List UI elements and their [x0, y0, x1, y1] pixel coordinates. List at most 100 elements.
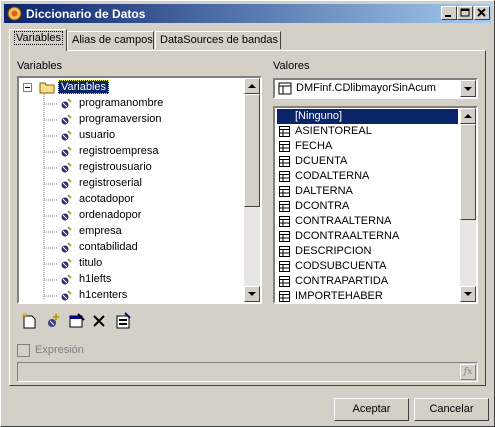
tab-datasources-bandas[interactable]: DataSources de bandas: [155, 31, 281, 49]
tree-item-label: empresa: [79, 225, 122, 237]
tree-connector: [44, 247, 58, 249]
variable-icon: [61, 274, 72, 285]
scroll-up-button[interactable]: [460, 108, 476, 124]
folder-icon: [39, 82, 55, 94]
tree-root-label[interactable]: Variables: [58, 80, 110, 94]
add-variable-icon: [48, 314, 59, 327]
field-icon: [279, 201, 290, 212]
field-icon: [279, 156, 290, 167]
variable-icon: [61, 194, 72, 205]
scroll-down-button[interactable]: [460, 286, 476, 302]
field-item[interactable]: CODALTERNA: [277, 169, 458, 184]
tree-connector: [44, 151, 58, 153]
tab-label: DataSources de bandas: [160, 34, 279, 46]
field-item-label: ASIENTOREAL: [295, 125, 372, 137]
edit-button[interactable]: [114, 312, 132, 330]
tree-item-label: registroserial: [79, 177, 142, 189]
tree-connector: [44, 119, 58, 121]
arrow-down-icon: [248, 292, 256, 296]
variable-icon: [61, 210, 72, 221]
tab-variables[interactable]: Variables: [9, 29, 67, 51]
maximize-icon: [460, 8, 470, 17]
tree-lines: [43, 94, 45, 300]
combo-dropdown-button[interactable]: [460, 80, 476, 97]
tree-connector: [44, 103, 58, 105]
field-item[interactable]: CONTRAALTERNA: [277, 214, 458, 229]
tree-connector: [44, 295, 58, 297]
tree-item-label: acotadopor: [79, 193, 135, 205]
field-icon: [279, 276, 290, 287]
variable-icon: [61, 98, 72, 109]
variable-icon: [61, 130, 72, 141]
field-item[interactable]: ASIENTOREAL: [277, 124, 458, 139]
app-icon: [7, 6, 22, 21]
tree-item-label: titulo: [79, 257, 103, 269]
tree-scrollbar[interactable]: [244, 78, 260, 302]
close-button[interactable]: [474, 6, 490, 20]
expression-field[interactable]: fx: [17, 362, 478, 382]
field-item[interactable]: CONTRAPARTIDA: [277, 274, 458, 289]
scroll-thumb[interactable]: [244, 94, 260, 207]
variable-icon: [61, 242, 72, 253]
field-item-label: CODALTERNA: [295, 170, 370, 182]
tab-alias-campos[interactable]: Alias de campos: [67, 31, 154, 49]
field-item[interactable]: DALTERNA: [277, 184, 458, 199]
window-title: Diccionario de Datos: [26, 7, 146, 21]
dialog-window: Diccionario de Datos Variables Alias de …: [0, 0, 495, 427]
expression-label: Expresión: [35, 344, 84, 356]
accept-button[interactable]: Aceptar: [334, 398, 409, 421]
field-item[interactable]: DCUENTA: [277, 154, 458, 169]
minimize-icon: [445, 15, 451, 17]
new-document-icon: [22, 313, 36, 329]
field-item[interactable]: DCONTRAALTERNA: [277, 229, 458, 244]
chevron-down-icon: [464, 87, 472, 91]
delete-button[interactable]: [90, 312, 108, 330]
fields-scrollbar[interactable]: [460, 108, 476, 302]
variables-label: Variables: [17, 60, 63, 72]
field-item-label: CODSUBCUENTA: [295, 260, 387, 272]
field-icon: [279, 141, 290, 152]
arrow-down-icon: [464, 292, 472, 296]
title-bar[interactable]: Diccionario de Datos: [4, 4, 491, 23]
field-icon: [279, 261, 290, 272]
properties-icon: [69, 313, 85, 328]
field-item[interactable]: DESCRIPCION: [277, 244, 458, 259]
cancel-button[interactable]: Cancelar: [414, 398, 489, 421]
tree-item-label: programanombre: [79, 97, 164, 109]
tree-connector: [44, 199, 58, 201]
minus-icon: [25, 87, 30, 88]
function-button[interactable]: fx: [460, 364, 476, 380]
variable-icon: [61, 162, 72, 173]
scroll-down-button[interactable]: [244, 286, 260, 302]
field-item-label: IMPORTEHABER: [295, 290, 383, 302]
properties-button[interactable]: [68, 312, 86, 330]
field-item-label: CONTRAPARTIDA: [295, 275, 389, 287]
variable-icon: [61, 258, 72, 269]
variable-icon: [61, 178, 72, 189]
expression-checkbox[interactable]: [17, 344, 30, 357]
add-variable-button[interactable]: [44, 312, 62, 330]
tree-connector: [44, 183, 58, 185]
variables-tree[interactable]: Variables programanombre programaversion u…: [17, 76, 262, 304]
collapse-toggle[interactable]: [23, 83, 32, 92]
field-icon: [279, 246, 290, 257]
fields-list[interactable]: [Ninguno] ASIENTOREAL FECHA DCUENTA CODALTER…: [273, 106, 478, 304]
field-icon: [279, 186, 290, 197]
datasource-combo[interactable]: DMFinf.CDlibmayorSinAcum: [273, 78, 478, 99]
tab-label: Variables: [14, 31, 64, 45]
field-item[interactable]: FECHA: [277, 139, 458, 154]
new-variable-button[interactable]: [21, 312, 39, 330]
tree-item-label: usuario: [79, 129, 116, 141]
arrow-up-icon: [464, 114, 472, 118]
field-item[interactable]: CODSUBCUENTA: [277, 259, 458, 274]
scroll-thumb[interactable]: [460, 124, 476, 220]
variable-icon: [61, 146, 72, 157]
field-item[interactable]: IMPORTEHABER: [277, 289, 458, 302]
scroll-up-button[interactable]: [244, 78, 260, 94]
minimize-button[interactable]: [441, 6, 457, 20]
field-item[interactable]: DCONTRA: [277, 199, 458, 214]
tree-item-label: h1centers: [79, 289, 128, 301]
tree-item-label: contabilidad: [79, 241, 138, 253]
field-item[interactable]: [Ninguno]: [277, 109, 458, 124]
maximize-button[interactable]: [457, 6, 473, 20]
